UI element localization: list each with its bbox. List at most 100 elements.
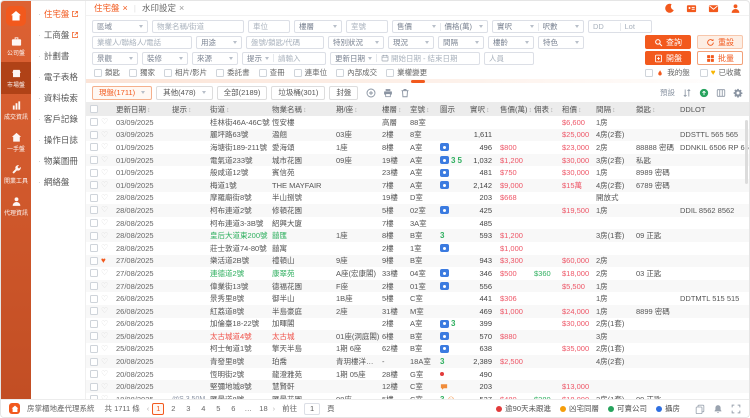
- close-tab-icon[interactable]: ×: [179, 3, 184, 13]
- layout-select[interactable]: 間隔: [438, 36, 484, 49]
- filter-checkbox-4[interactable]: 查冊: [259, 67, 285, 78]
- rail-item-deals[interactable]: 成交資訊: [1, 94, 31, 126]
- segment-tab-trash[interactable]: 垃圾桶(301): [271, 86, 325, 100]
- table-row[interactable]: ♡20/08/2025青發里8號珀喬青玥樓洋…-18A室32,389$2,500…: [86, 355, 749, 368]
- checkbox[interactable]: [94, 69, 102, 77]
- table-row[interactable]: ♡01/09/2025電氣道233號城市花園09座19樓A室351,032$1,…: [86, 154, 749, 167]
- column-header-9[interactable]: 售價(萬)↕: [498, 104, 532, 115]
- row-checkbox[interactable]: [90, 383, 98, 391]
- sort-icon[interactable]: ↕: [147, 107, 151, 114]
- sidebar-item-spreadsheet[interactable]: ·電子表格: [38, 66, 85, 87]
- sort-icon[interactable]: ↕: [652, 107, 656, 114]
- filter-checkbox-3[interactable]: 委託書: [216, 67, 250, 78]
- table-row[interactable]: ♡27/08/2025偉業街13號德福花園F座2樓01室556$5,5001房: [86, 280, 749, 293]
- table-row[interactable]: ♡28/08/2025摩羅廟街8號半山捌號19樓D室203$668開放式: [86, 192, 749, 205]
- row-checkbox[interactable]: [90, 282, 98, 290]
- row-checkbox[interactable]: [90, 370, 98, 378]
- page-18[interactable]: 18: [257, 403, 269, 415]
- new-listing-button[interactable]: 開盤: [645, 51, 691, 65]
- segment-tab-others[interactable]: 其他(478): [156, 86, 213, 100]
- favorite-heart-icon[interactable]: ♡: [101, 156, 108, 164]
- view-select[interactable]: 景觀: [92, 52, 138, 65]
- row-checkbox[interactable]: [90, 395, 98, 399]
- favorite-heart-icon[interactable]: ♡: [101, 232, 108, 240]
- favorite-heart-icon[interactable]: ♡: [101, 118, 108, 126]
- favorite-heart-icon[interactable]: ♡: [101, 282, 108, 290]
- rail-item-company[interactable]: 公司盤: [1, 30, 31, 62]
- photo-icon[interactable]: [440, 282, 449, 290]
- expand-icon[interactable]: [731, 404, 741, 414]
- checkbox[interactable]: [164, 69, 172, 77]
- page-1[interactable]: 1: [152, 403, 164, 415]
- sidebar-item-proposal[interactable]: ·計劃書: [38, 45, 85, 66]
- bell-icon[interactable]: [713, 404, 723, 414]
- rail-item-market[interactable]: 市場盤: [1, 62, 31, 94]
- photo-icon[interactable]: [440, 269, 449, 277]
- sort-icon[interactable]: [682, 88, 692, 98]
- photo-icon[interactable]: [440, 244, 449, 252]
- checkbox[interactable]: [216, 69, 224, 77]
- owner-input[interactable]: 業權人/聯絡人/電話: [92, 36, 192, 49]
- sort-icon[interactable]: ↕: [578, 107, 582, 114]
- table-row[interactable]: ♡28/08/2025莊士敦道74-80號囍寓2樓1室$1,000: [86, 242, 749, 255]
- checkbox[interactable]: [294, 69, 302, 77]
- segment-tab-all[interactable]: 全部(2189): [217, 86, 268, 100]
- photo-icon[interactable]: [440, 345, 449, 353]
- column-header-11[interactable]: 租價↕: [560, 104, 594, 115]
- feature-select[interactable]: 特色: [538, 36, 584, 49]
- photo-icon[interactable]: [440, 320, 449, 328]
- tab-residential[interactable]: 住宅盤×: [94, 2, 128, 14]
- table-row[interactable]: ♡26/08/2025加倫臺18-22號加暉閣2樓A室3399$30,0002房…: [86, 318, 749, 331]
- sidebar-item-data-search[interactable]: ·資料檢索: [38, 87, 85, 108]
- column-header-12[interactable]: 間隔↕: [594, 104, 634, 115]
- photo-icon[interactable]: [440, 169, 449, 177]
- row-checkbox[interactable]: [90, 206, 98, 214]
- filter-checkbox-0[interactable]: 鎖匙: [94, 67, 120, 78]
- scrollbar[interactable]: [745, 120, 748, 184]
- favorite-heart-icon[interactable]: ♡: [101, 131, 108, 139]
- favorite-heart-icon[interactable]: ♡: [101, 194, 108, 202]
- hint-combo[interactable]: 提示請輸入: [242, 52, 326, 65]
- staff-input[interactable]: 人員: [484, 52, 534, 65]
- favorite-heart-icon[interactable]: ♥: [101, 257, 106, 265]
- moon-icon[interactable]: [664, 3, 675, 14]
- favorite-heart-icon[interactable]: ♡: [101, 395, 108, 399]
- usage-select[interactable]: 用途: [196, 36, 242, 49]
- column-header-13[interactable]: 鎖匙↕: [634, 104, 678, 115]
- row-checkbox[interactable]: [90, 131, 98, 139]
- favorite-heart-icon[interactable]: ♡: [101, 307, 108, 315]
- table-row[interactable]: ♡25/08/2025太古城道4號太古城01座(洞庭閣)6樓B室570$8803…: [86, 330, 749, 343]
- next-page-icon[interactable]: ›: [273, 404, 276, 413]
- gear-icon[interactable]: [733, 88, 743, 98]
- row-checkbox[interactable]: [90, 143, 98, 151]
- sort-icon[interactable]: ↕: [226, 107, 230, 114]
- table-row[interactable]: ♡26/08/2025紅荔道8號半島豪庭2座31樓M室469$1,000$24,…: [86, 305, 749, 318]
- row-checkbox[interactable]: [90, 219, 98, 227]
- price-select[interactable]: 售價價格(萬): [392, 20, 488, 33]
- checkbox[interactable]: [645, 69, 653, 77]
- decoration-select[interactable]: 裝修: [142, 52, 188, 65]
- photo-icon[interactable]: [440, 143, 449, 151]
- page-2[interactable]: 2: [167, 403, 179, 415]
- row-checkbox[interactable]: [90, 345, 98, 353]
- prev-page-icon[interactable]: ‹: [147, 404, 150, 413]
- table-row[interactable]: ♡26/08/2025景秀里8號御半山1B座5樓C室441$3061房DDTMT…: [86, 292, 749, 305]
- search-button[interactable]: 查詢: [645, 35, 691, 49]
- column-header-4[interactable]: 期/座↕: [334, 104, 380, 115]
- rail-item-tools[interactable]: 開業工具: [1, 158, 31, 190]
- favorite-heart-icon[interactable]: ♡: [101, 244, 108, 252]
- photo-icon[interactable]: [440, 181, 449, 189]
- card-icon[interactable]: [686, 3, 697, 14]
- sort-icon[interactable]: ↕: [354, 107, 358, 114]
- table-row[interactable]: ♡03/09/2025麗坪路63號溋翹03座2樓8室1,611$25,0004房…: [86, 129, 749, 142]
- mail-icon[interactable]: [708, 3, 719, 14]
- select-all-checkbox[interactable]: [90, 105, 98, 113]
- building-age-select[interactable]: 樓齡: [488, 36, 534, 49]
- column-header-5[interactable]: 樓層↕: [380, 104, 408, 115]
- user-icon[interactable]: [730, 3, 741, 14]
- table-row[interactable]: ♡28/08/2025柯布連道2號修頓花園5樓02室425$19,5001房DD…: [86, 204, 749, 217]
- filter-checkbox-6[interactable]: 內部成交: [336, 67, 377, 78]
- sidebar-item-residential[interactable]: ·住宅盤: [38, 3, 85, 24]
- column-header-0[interactable]: 更新日期↕: [114, 104, 170, 115]
- table-row[interactable]: ♡01/09/2025般咸道12號賓信苑23樓A室481$750$30,0001…: [86, 166, 749, 179]
